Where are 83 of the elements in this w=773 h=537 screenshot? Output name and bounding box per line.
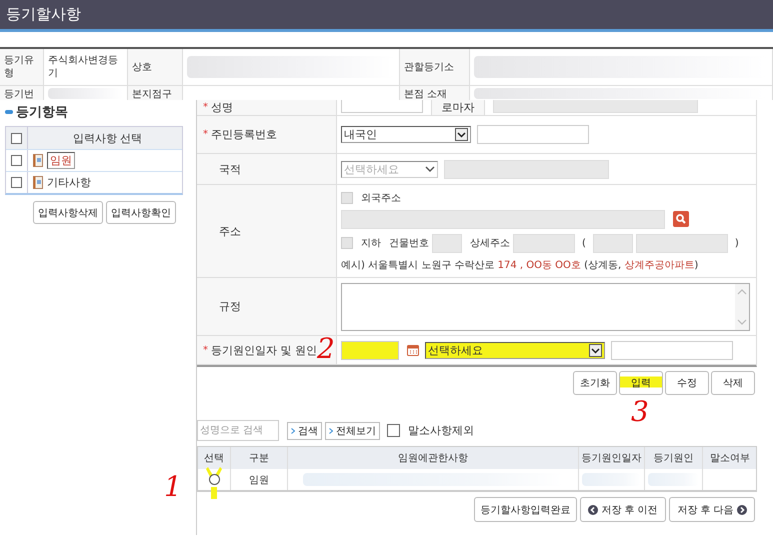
field-label: 성명 — [211, 100, 233, 115]
chevron-icon — [589, 344, 602, 356]
parenthesis: ( — [582, 238, 586, 248]
chevron-icon — [291, 428, 295, 434]
summary-label: 등기유형 — [0, 49, 44, 85]
checkbox[interactable] — [11, 177, 22, 188]
checkbox-label: 말소사항제외 — [408, 423, 474, 438]
dropdown[interactable]: 내국인 — [341, 126, 471, 143]
annotation-number: 2 — [317, 334, 335, 362]
section-heading: 등기항목 — [16, 104, 68, 121]
table-cell: 임원 — [231, 469, 288, 490]
column-header: 등기원인 — [645, 447, 703, 469]
column-header: 입력사항 선택 — [72, 130, 144, 146]
field-label: 규정 — [219, 299, 241, 314]
chevron-icon — [455, 128, 468, 141]
column-header: 말소여부 — [709, 452, 751, 466]
parenthesis: ) — [734, 238, 739, 248]
search-field[interactable]: 성명으로 검색 — [197, 420, 279, 441]
list-item[interactable]: 기타사항 — [47, 175, 91, 190]
radio-button[interactable] — [208, 474, 220, 485]
checkbox[interactable] — [11, 155, 22, 166]
chevron-icon — [425, 166, 435, 172]
summary-label: 본점 소재 — [400, 86, 470, 100]
text-field[interactable] — [493, 100, 698, 113]
button[interactable]: 입력 — [619, 371, 663, 395]
text-field[interactable] — [432, 234, 462, 252]
text-field[interactable] — [477, 125, 589, 144]
field-label: 주소 — [219, 224, 241, 238]
summary-label: 등기번 — [0, 86, 44, 100]
summary-label: 본지점구 — [128, 86, 183, 100]
text-field[interactable] — [444, 160, 609, 178]
text-area[interactable] — [341, 282, 750, 330]
document-icon — [33, 176, 43, 189]
button[interactable]: 저장 후 다음 — [669, 497, 755, 522]
required-mark: * — [203, 344, 208, 356]
field-label: 상세주소 — [470, 237, 510, 250]
column-header: 임원에관한사항 — [288, 447, 579, 469]
button[interactable]: 입력사항확인 — [106, 201, 176, 224]
checkbox[interactable] — [11, 132, 22, 144]
text-field[interactable] — [611, 340, 733, 360]
button[interactable]: 삭제 — [711, 371, 755, 395]
window-title: 등기할사항 — [6, 5, 81, 24]
document-icon — [33, 154, 43, 167]
list-item[interactable]: 임원 — [47, 152, 75, 169]
annotation-number: 3 — [631, 398, 649, 426]
column-header: 구분 — [231, 447, 288, 469]
search-button[interactable] — [673, 211, 689, 227]
button[interactable]: 저장 후 이전 — [580, 497, 666, 522]
calendar-icon — [407, 344, 419, 356]
required-mark: * — [203, 129, 208, 140]
chevron-icon — [329, 428, 333, 434]
previous-icon — [588, 504, 598, 514]
field-label: 주민등록번호 — [211, 127, 277, 142]
button[interactable]: 초기화 — [573, 371, 617, 395]
button[interactable]: 검색 — [287, 422, 322, 440]
annotation-number: 1 — [164, 473, 182, 501]
button[interactable]: 전체보기 — [325, 422, 380, 440]
summary-label: 관할등기소 — [400, 49, 470, 85]
checkbox-label: 외국주소 — [361, 192, 401, 204]
field-label: 건물번호 — [389, 237, 429, 250]
text-field[interactable] — [636, 234, 728, 252]
dropdown[interactable]: 선택하세요 — [425, 342, 605, 358]
button[interactable]: 수정 — [665, 371, 709, 395]
date-field[interactable] — [341, 340, 399, 360]
field-label: 로마자 — [431, 100, 485, 115]
search-icon — [676, 214, 686, 224]
field-label: 등기원인일자 및 원인 — [211, 342, 317, 358]
column-header: 등기원인일자 — [579, 447, 645, 469]
button[interactable]: 입력사항삭제 — [33, 201, 103, 224]
field-label: 국적 — [219, 162, 241, 176]
bullet-icon — [5, 110, 13, 114]
scrollbar-drawing — [735, 284, 749, 330]
checkbox-label: 지하 — [361, 237, 381, 250]
checkbox[interactable] — [387, 424, 400, 437]
summary-label: 상호 — [128, 49, 183, 85]
next-icon — [736, 504, 747, 514]
example-text: 예시) 서울특별시 노원구 수락산로 174 , OO동 OO호 (상계동, 상계주공아파트) — [341, 258, 700, 272]
required-mark: * — [203, 102, 208, 113]
text-field[interactable] — [592, 234, 633, 252]
button[interactable]: 등기할사항입력완료 — [474, 497, 577, 522]
text-field[interactable] — [341, 100, 423, 113]
text-field[interactable] — [341, 210, 665, 228]
text-field[interactable] — [513, 234, 575, 252]
